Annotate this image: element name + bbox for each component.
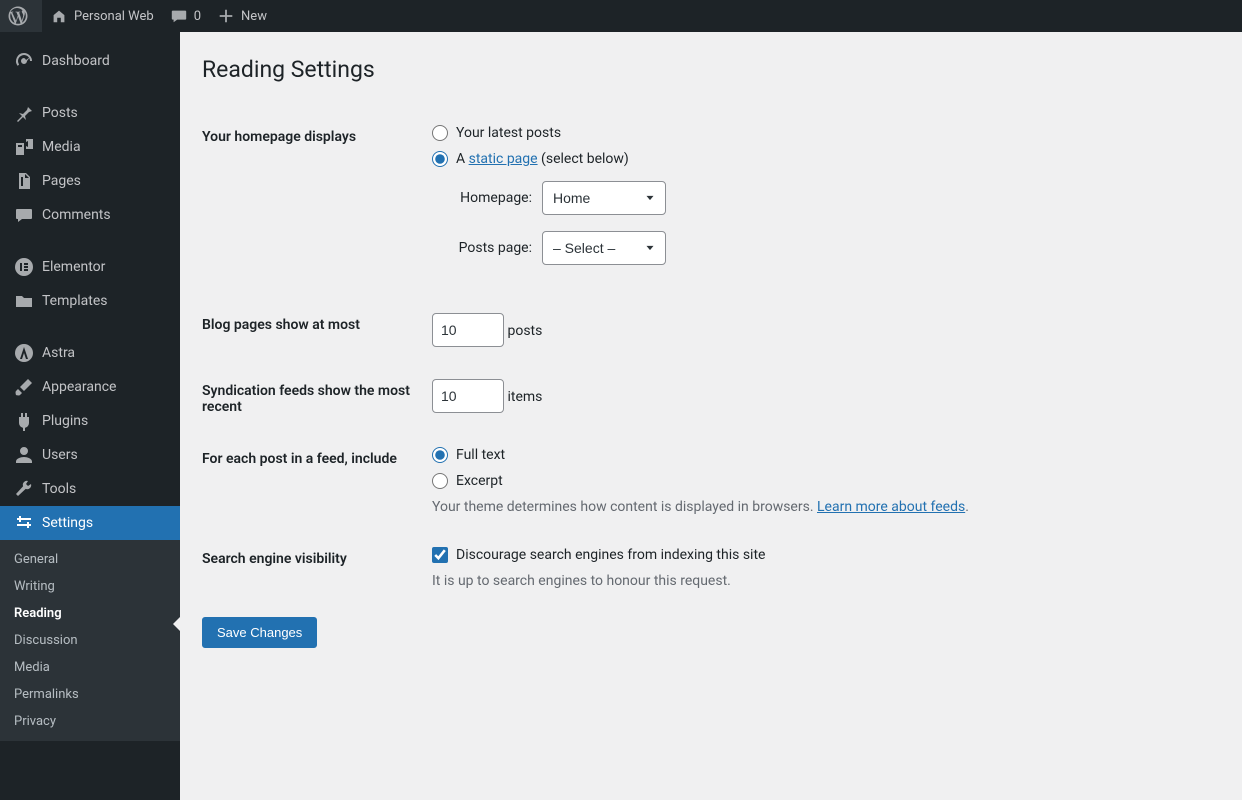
sidebar-item-settings[interactable]: Settings (0, 506, 180, 540)
postspage-select[interactable]: – Select – (542, 231, 666, 265)
option-full-text[interactable]: Full text (432, 447, 1222, 463)
sidebar-item-users[interactable]: Users (0, 438, 180, 472)
syndication-input[interactable] (432, 379, 504, 413)
home-icon (50, 7, 68, 25)
wrench-icon (14, 479, 34, 499)
radio-label: Full text (456, 447, 505, 463)
option-excerpt[interactable]: Excerpt (432, 473, 1222, 489)
sidebar-item-templates[interactable]: Templates (0, 284, 180, 318)
subitem-reading[interactable]: Reading (0, 600, 180, 627)
elementor-icon (14, 257, 34, 277)
subitem-discussion[interactable]: Discussion (0, 627, 180, 654)
subitem-permalinks[interactable]: Permalinks (0, 681, 180, 708)
static-page-link[interactable]: static page (469, 151, 538, 167)
user-icon (14, 445, 34, 465)
new-label: New (241, 9, 267, 24)
sidebar-item-label: Settings (42, 515, 93, 531)
admin-sidebar: Dashboard Posts Media Pages Comments Ele… (0, 32, 180, 800)
radio-excerpt[interactable] (432, 473, 448, 489)
radio-full-text[interactable] (432, 447, 448, 463)
radio-static-page[interactable] (432, 151, 448, 167)
subitem-privacy[interactable]: Privacy (0, 708, 180, 735)
main-content: Reading Settings Your homepage displays … (180, 32, 1242, 800)
settings-submenu: General Writing Reading Discussion Media… (0, 540, 180, 741)
sidebar-item-label: Elementor (42, 259, 105, 275)
plugin-icon (14, 411, 34, 431)
save-button[interactable]: Save Changes (202, 617, 317, 648)
static-page-selects: Homepage: Home Posts page: – Select – (432, 181, 1222, 265)
pages-icon (14, 171, 34, 191)
checkbox-discourage[interactable] (432, 547, 448, 563)
option-static-page[interactable]: A static page (select below) (432, 151, 1222, 167)
field-label-syndication: Syndication feeds show the most recent (202, 365, 432, 433)
radio-label: Your latest posts (456, 125, 561, 141)
sidebar-item-comments[interactable]: Comments (0, 198, 180, 232)
comment-icon (170, 7, 188, 25)
sidebar-item-label: Users (42, 447, 78, 463)
sidebar-item-elementor[interactable]: Elementor (0, 250, 180, 284)
astra-icon (14, 343, 34, 363)
homepage-select[interactable]: Home (542, 181, 666, 215)
sidebar-item-dashboard[interactable]: Dashboard (0, 44, 180, 78)
sliders-icon (14, 513, 34, 533)
pin-icon (14, 103, 34, 123)
unit-label: items (507, 389, 542, 405)
comment-icon (14, 205, 34, 225)
brush-icon (14, 377, 34, 397)
postspage-select-label: Posts page: (432, 240, 532, 256)
dashboard-icon (14, 51, 34, 71)
folder-icon (14, 291, 34, 311)
radio-label: A static page (select below) (456, 151, 629, 167)
comments-link[interactable]: 0 (162, 0, 209, 32)
wordpress-icon (8, 6, 28, 26)
radio-latest-posts[interactable] (432, 125, 448, 141)
new-content[interactable]: New (209, 0, 275, 32)
option-latest-posts[interactable]: Your latest posts (432, 125, 1222, 141)
sidebar-item-label: Tools (42, 481, 76, 497)
sidebar-item-label: Plugins (42, 413, 88, 429)
field-label-feed-content: For each post in a feed, include (202, 433, 432, 533)
sidebar-item-tools[interactable]: Tools (0, 472, 180, 506)
sidebar-item-label: Dashboard (42, 53, 110, 69)
sidebar-item-label: Comments (42, 207, 111, 223)
field-label-homepage: Your homepage displays (202, 111, 432, 299)
sidebar-item-label: Pages (42, 173, 81, 189)
sidebar-item-label: Appearance (42, 379, 116, 395)
sidebar-item-appearance[interactable]: Appearance (0, 370, 180, 404)
sidebar-item-plugins[interactable]: Plugins (0, 404, 180, 438)
feed-desc: Your theme determines how content is dis… (432, 499, 1222, 515)
sidebar-item-label: Media (42, 139, 81, 155)
sidebar-item-label: Astra (42, 345, 75, 361)
sidebar-item-pages[interactable]: Pages (0, 164, 180, 198)
radio-label: Excerpt (456, 473, 503, 489)
subitem-general[interactable]: General (0, 546, 180, 573)
sidebar-item-label: Templates (42, 293, 108, 309)
plus-icon (217, 7, 235, 25)
checkbox-label: Discourage search engines from indexing … (456, 547, 765, 563)
sidebar-item-label: Posts (42, 105, 78, 121)
subitem-media[interactable]: Media (0, 654, 180, 681)
comments-count: 0 (194, 9, 201, 24)
field-label-sev: Search engine visibility (202, 533, 432, 607)
sev-desc: It is up to search engines to honour thi… (432, 573, 1222, 589)
admin-bar: Personal Web 0 New (0, 0, 1242, 32)
learn-more-feeds-link[interactable]: Learn more about feeds (817, 499, 965, 515)
blog-pages-input[interactable] (432, 313, 504, 347)
site-name-label: Personal Web (74, 9, 154, 24)
page-title: Reading Settings (202, 56, 1222, 83)
sidebar-item-media[interactable]: Media (0, 130, 180, 164)
sidebar-item-posts[interactable]: Posts (0, 96, 180, 130)
sidebar-item-astra[interactable]: Astra (0, 336, 180, 370)
unit-label: posts (507, 323, 542, 339)
option-discourage[interactable]: Discourage search engines from indexing … (432, 547, 1222, 563)
site-name[interactable]: Personal Web (42, 0, 162, 32)
media-icon (14, 137, 34, 157)
homepage-select-label: Homepage: (432, 190, 532, 206)
field-label-blogpages: Blog pages show at most (202, 299, 432, 365)
subitem-writing[interactable]: Writing (0, 573, 180, 600)
wp-logo[interactable] (0, 0, 42, 32)
